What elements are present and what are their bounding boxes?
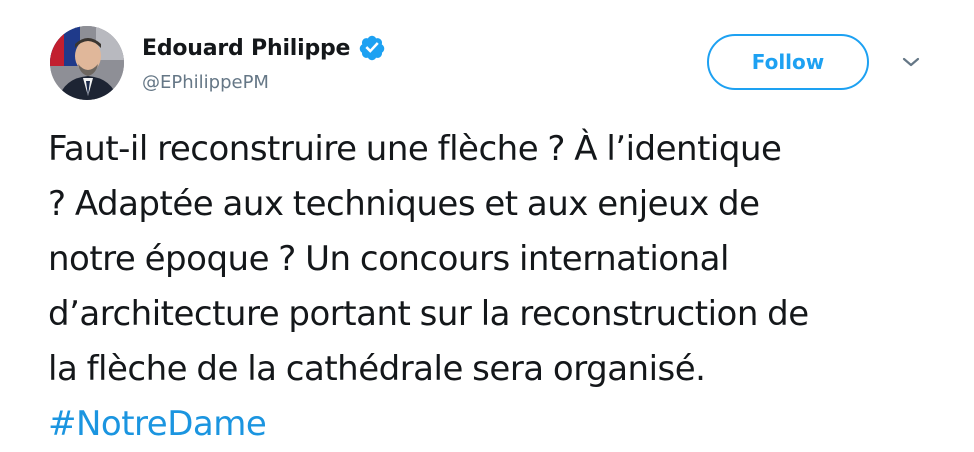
tweet-text-line: Faut-il reconstruire une flèche ? À l’id… <box>48 129 782 169</box>
tweet-card: Edouard Philippe @EPhilippePM Follow Fau… <box>0 0 974 444</box>
author-display-name[interactable]: Edouard Philippe <box>142 36 350 61</box>
tweet-text-line: ? Adaptée aux techniques et aux enjeux d… <box>48 184 760 224</box>
profile-photo-icon <box>50 26 124 100</box>
avatar[interactable] <box>50 26 124 100</box>
tweet-text-line: la flèche de la cathédrale sera organisé… <box>48 349 706 389</box>
tweet-text-line: notre époque ? Un concours international <box>48 239 729 279</box>
verified-badge-icon <box>358 34 386 62</box>
tweet-text-line: d’architecture portant sur la reconstruc… <box>48 294 809 334</box>
author-name-row: Edouard Philippe <box>142 32 386 64</box>
hashtag-link[interactable]: #NotreDame <box>48 397 948 452</box>
chevron-down-icon[interactable] <box>899 54 923 70</box>
follow-button[interactable]: Follow <box>707 34 869 90</box>
author-handle[interactable]: @EPhilippePM <box>142 72 269 93</box>
tweet-text: Faut-il reconstruire une flèche ? À l’id… <box>48 122 948 452</box>
